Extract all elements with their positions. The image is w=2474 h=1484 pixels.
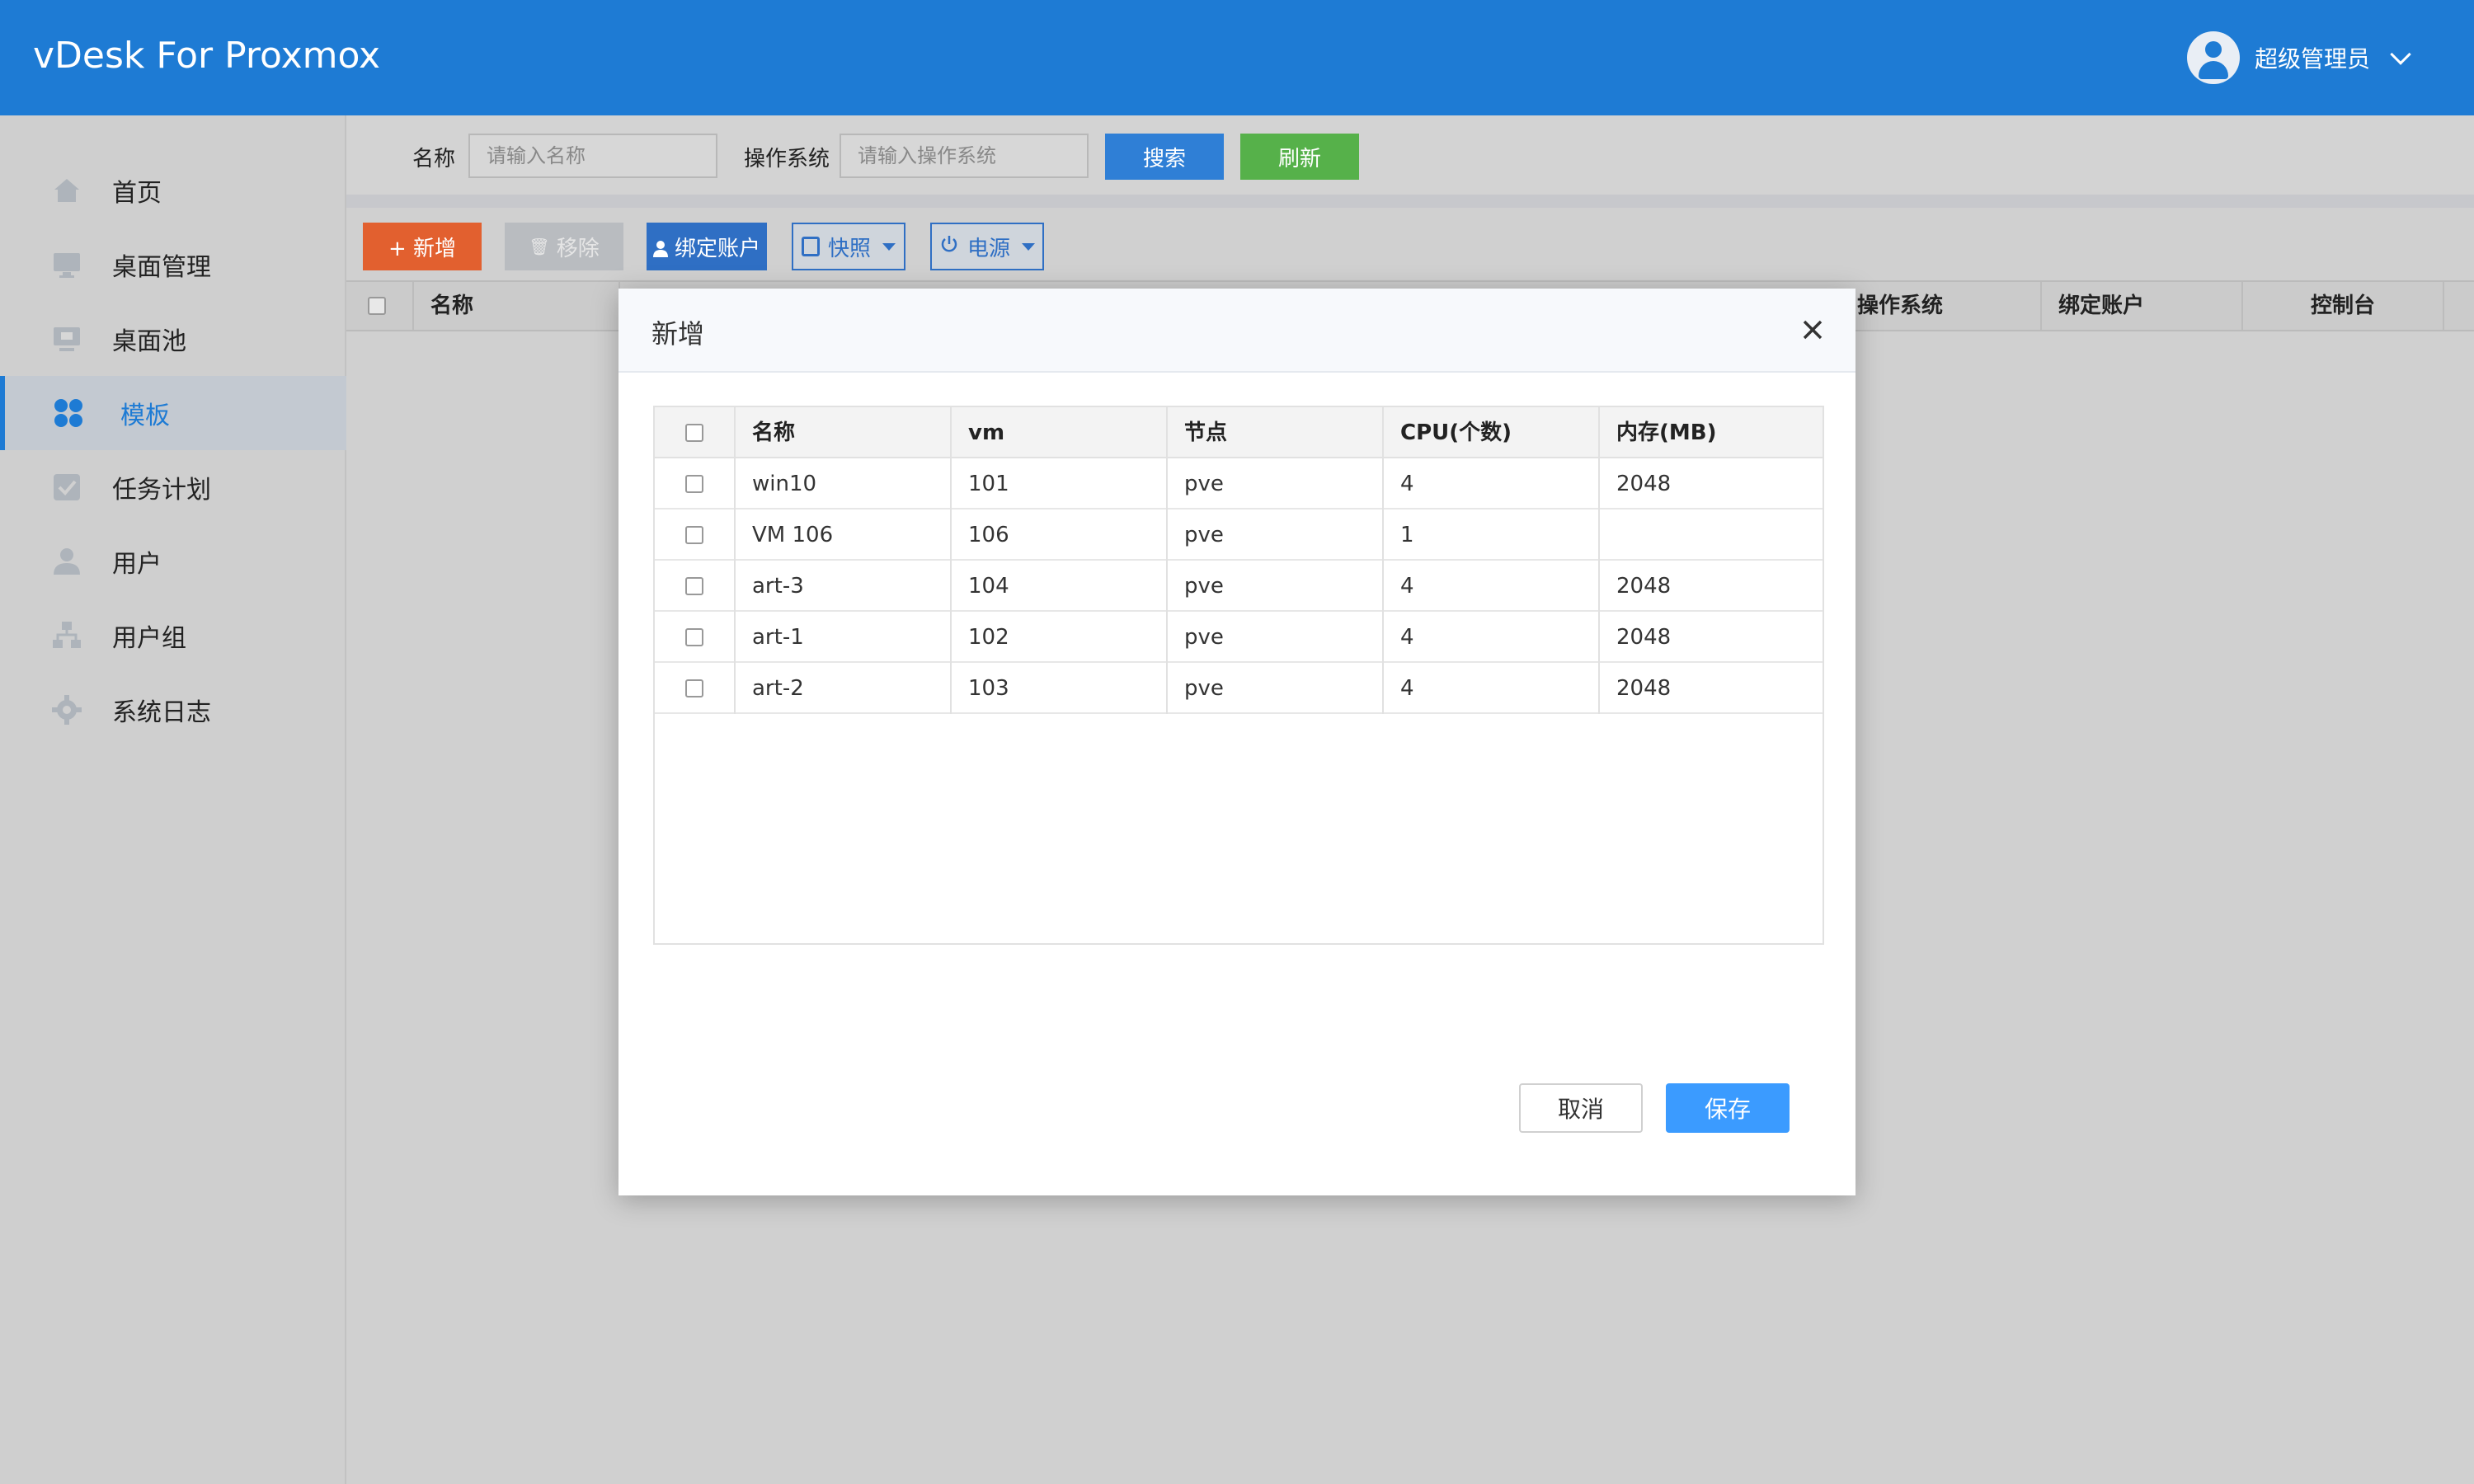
row-checkbox[interactable]: [685, 526, 703, 544]
cell-vm: 103: [952, 663, 1168, 714]
cell-cpu: 4: [1384, 612, 1600, 663]
table-row[interactable]: art-2 103 pve 4 2048: [655, 663, 1823, 714]
cell-node: pve: [1168, 510, 1384, 561]
vm-col-node: 节点: [1168, 407, 1384, 458]
vm-selection-table: 名称 vm 节点 CPU(个数) 内存(MB) win10 101 pve 4 …: [653, 406, 1824, 945]
cell-node: pve: [1168, 663, 1384, 714]
cell-name: win10: [736, 458, 952, 510]
vm-table-header: 名称 vm 节点 CPU(个数) 内存(MB): [655, 407, 1823, 458]
row-checkbox-cell: [655, 561, 736, 612]
cell-name: VM 106: [736, 510, 952, 561]
row-checkbox[interactable]: [685, 475, 703, 493]
vm-col-cpu: CPU(个数): [1384, 407, 1600, 458]
table-row[interactable]: win10 101 pve 4 2048: [655, 458, 1823, 510]
close-icon[interactable]: [1796, 313, 1829, 346]
cell-vm: 104: [952, 561, 1168, 612]
cell-vm: 101: [952, 458, 1168, 510]
cell-node: pve: [1168, 561, 1384, 612]
dialog-title: 新增: [651, 318, 705, 350]
table-row[interactable]: art-1 102 pve 4 2048: [655, 612, 1823, 663]
row-checkbox-cell: [655, 510, 736, 561]
cell-memory: 2048: [1616, 574, 1672, 599]
cell-cpu: 4: [1384, 663, 1600, 714]
cell-name: art-1: [736, 612, 952, 663]
cell-name: art-2: [736, 663, 952, 714]
vm-col-memory: 内存(MB): [1616, 420, 1717, 445]
cell-cpu: 1: [1384, 510, 1600, 561]
vm-select-all-cell: [655, 407, 736, 458]
row-checkbox[interactable]: [685, 577, 703, 595]
cell-memory: 2048: [1616, 676, 1672, 701]
row-checkbox-cell: [655, 458, 736, 510]
cell-vm: 102: [952, 612, 1168, 663]
dialog-header: 新增: [618, 289, 1856, 373]
cell-memory: 2048: [1616, 625, 1672, 650]
row-checkbox[interactable]: [685, 628, 703, 646]
table-row[interactable]: VM 106 106 pve 1: [655, 510, 1823, 561]
row-checkbox-cell: [655, 663, 736, 714]
cancel-button[interactable]: 取消: [1519, 1083, 1643, 1133]
cell-cpu: 4: [1384, 561, 1600, 612]
cell-node: pve: [1168, 612, 1384, 663]
cell-vm: 106: [952, 510, 1168, 561]
cell-name: art-3: [736, 561, 952, 612]
row-checkbox-cell: [655, 612, 736, 663]
cell-memory: [1600, 510, 1823, 561]
row-checkbox[interactable]: [685, 679, 703, 697]
add-template-dialog: 新增 名称 vm 节点 CPU(个数) 内存(MB) win10 101 pve…: [618, 289, 1856, 1195]
vm-col-vm: vm: [952, 407, 1168, 458]
cell-memory: 2048: [1616, 472, 1672, 496]
vm-select-all-checkbox[interactable]: [685, 424, 703, 442]
save-button[interactable]: 保存: [1666, 1083, 1790, 1133]
cell-node: pve: [1168, 458, 1384, 510]
cell-cpu: 4: [1384, 458, 1600, 510]
table-row[interactable]: art-3 104 pve 4 2048: [655, 561, 1823, 612]
vm-col-name: 名称: [736, 407, 952, 458]
